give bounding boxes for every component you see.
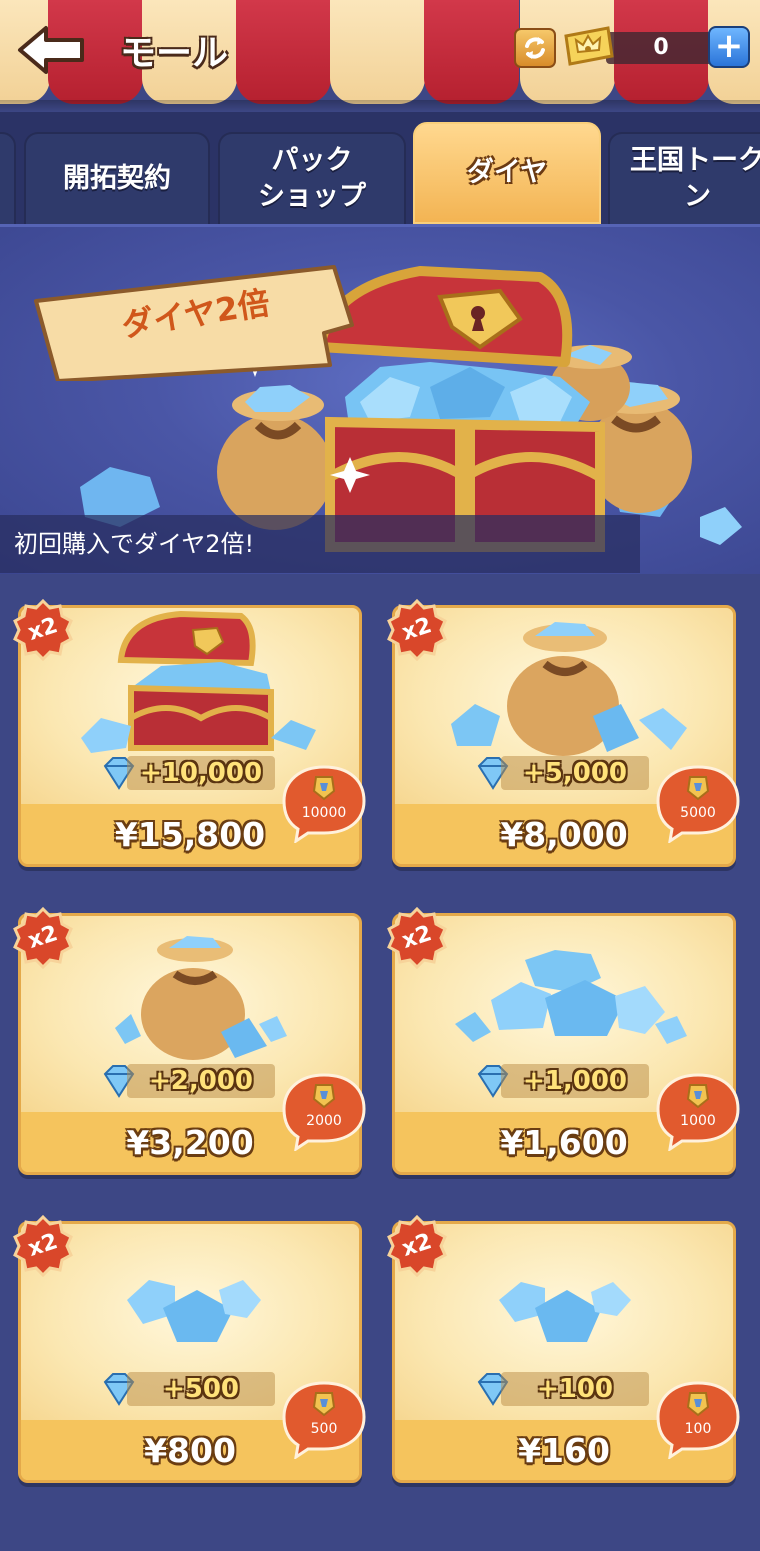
crown-ticket-icon bbox=[564, 26, 614, 66]
x2-badge: x2 bbox=[386, 1214, 448, 1278]
page-title: モール bbox=[120, 33, 229, 74]
x2-badge: x2 bbox=[12, 598, 74, 662]
points-bubble-icon bbox=[656, 1381, 740, 1461]
x2-badge: x2 bbox=[386, 598, 448, 662]
points-value: 1000 bbox=[680, 1113, 716, 1129]
refresh-button[interactable] bbox=[514, 28, 556, 68]
points-bubble-icon bbox=[656, 1073, 740, 1153]
add-tickets-button[interactable]: + bbox=[708, 26, 750, 68]
points-value: 5000 bbox=[680, 805, 716, 821]
diamond-amount: +2,000 bbox=[148, 1066, 254, 1096]
tab-pioneer-contract[interactable]: 開拓契約 bbox=[24, 132, 210, 224]
x2-badge: x2 bbox=[12, 906, 74, 970]
points-bubble: 1000 bbox=[654, 1071, 742, 1153]
diamond-amount: +5,000 bbox=[522, 758, 628, 788]
tab-kingdom-token[interactable]: 王国トーク ン bbox=[608, 132, 760, 224]
points-bubble-icon bbox=[656, 765, 740, 845]
tab-pack-shop[interactable]: パック ショップ bbox=[218, 132, 406, 224]
diamond-amount: +100 bbox=[536, 1374, 614, 1404]
points-bubble: 500 bbox=[280, 1379, 368, 1461]
points-value: 500 bbox=[310, 1421, 338, 1437]
back-button[interactable] bbox=[16, 22, 88, 78]
points-bubble: 5000 bbox=[654, 763, 742, 845]
points-value: 2000 bbox=[306, 1113, 342, 1129]
x2-badge: x2 bbox=[386, 906, 448, 970]
tab-diamond[interactable]: ダイヤ bbox=[413, 122, 601, 224]
x2-badge: x2 bbox=[12, 1214, 74, 1278]
points-value: 100 bbox=[684, 1421, 712, 1437]
diamond-amount: +500 bbox=[162, 1374, 240, 1404]
points-bubble: 2000 bbox=[280, 1071, 368, 1153]
points-bubble: 100 bbox=[654, 1379, 742, 1461]
back-arrow-icon bbox=[18, 26, 84, 74]
diamond-amount: +1,000 bbox=[522, 1066, 628, 1096]
plus-icon: + bbox=[714, 26, 744, 66]
points-bubble-icon bbox=[282, 1073, 366, 1153]
refresh-icon bbox=[525, 37, 545, 59]
points-bubble-icon bbox=[282, 1381, 366, 1461]
ticket-count: 0 bbox=[653, 35, 669, 60]
banner-caption: 初回購入でダイヤ2倍! bbox=[0, 515, 640, 573]
points-bubble-icon bbox=[282, 765, 366, 845]
diamond-amount: +10,000 bbox=[139, 758, 263, 788]
points-bubble: 10000 bbox=[280, 763, 368, 845]
points-value: 10000 bbox=[301, 805, 347, 821]
